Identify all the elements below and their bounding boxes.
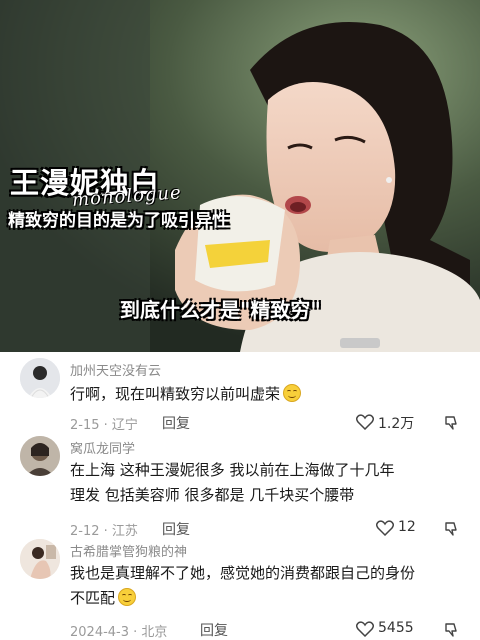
like-heart-icon[interactable]: [376, 520, 394, 536]
comment-location: 辽宁: [111, 418, 138, 433]
comment-text: 在上海 这种王漫妮很多 我以前在上海做了十几年 理发 包括美容师 很多都是 几千…: [70, 458, 470, 508]
comment-location: 北京: [141, 625, 168, 640]
avatar[interactable]: [20, 358, 60, 398]
grin-emoji-icon: [283, 384, 302, 402]
comment-item: 窝瓜龙同学 在上海 这种王漫妮很多 我以前在上海做了十几年 理发 包括美容师 很…: [0, 432, 480, 539]
comment-item: 古希腊掌管狗粮的神 我也是真理解不了她，感觉她的消费都跟自己的身份 不匹配 20…: [0, 535, 480, 640]
avatar[interactable]: [20, 539, 60, 579]
reply-button[interactable]: 回复: [200, 620, 228, 640]
like-count: 12: [398, 519, 416, 535]
video-tagline: 精致穷的目的是为了吸引异性: [8, 211, 229, 231]
like-heart-icon[interactable]: [356, 414, 374, 430]
like-heart-icon[interactable]: [356, 621, 374, 637]
blush-emoji-icon: [118, 588, 137, 606]
comment-text-content: 行啊，现在叫精致穷以前叫虚荣: [70, 385, 281, 403]
comment-list: 加州天空没有云 行啊，现在叫精致穷以前叫虚荣 2-15 · 辽宁 回复 1.2万: [0, 352, 480, 640]
comment-text-line: 理发 包括美容师 很多都是 几千块买个腰带: [70, 486, 355, 504]
like-count: 5455: [378, 620, 414, 636]
comment-text-line: 在上海 这种王漫妮很多 我以前在上海做了十几年: [70, 461, 395, 479]
comment-text-line-with-emoji: 不匹配: [70, 586, 470, 611]
comment-meta: 2024-4-3 · 北京: [70, 625, 168, 640]
dislike-icon[interactable]: [444, 415, 460, 431]
comment-item: 加州天空没有云 行啊，现在叫精致穷以前叫虚荣 2-15 · 辽宁 回复 1.2万: [0, 352, 480, 436]
video-center-caption: 到底什么才是"精致穷": [120, 298, 321, 322]
comment-date: 2024-4-3: [70, 625, 130, 640]
comment-text: 我也是真理解不了她，感觉她的消费都跟自己的身份 不匹配: [70, 561, 470, 611]
reply-button[interactable]: 回复: [162, 413, 190, 433]
avatar[interactable]: [20, 436, 60, 476]
avatar-image: [20, 436, 60, 476]
comment-username[interactable]: 古希腊掌管狗粮的神: [70, 541, 187, 560]
like-count: 1.2万: [378, 416, 415, 432]
comment-meta: 2-15 · 辽宁: [70, 418, 138, 433]
comment-date: 2-15: [70, 418, 100, 433]
video-still[interactable]: 王漫妮独白 monologue 精致穷的目的是为了吸引异性 到底什么才是"精致穷…: [0, 0, 480, 352]
comment-text-content: 不匹配: [70, 589, 116, 607]
comment-text: 行啊，现在叫精致穷以前叫虚荣: [70, 382, 470, 407]
comment-username[interactable]: 窝瓜龙同学: [70, 438, 135, 457]
avatar-image: [20, 539, 60, 579]
comment-username[interactable]: 加州天空没有云: [70, 360, 161, 379]
avatar-image: [20, 358, 60, 398]
dislike-icon[interactable]: [444, 622, 460, 638]
screen: 王漫妮独白 monologue 精致穷的目的是为了吸引异性 到底什么才是"精致穷…: [0, 0, 480, 640]
comment-text-line: 我也是真理解不了她，感觉她的消费都跟自己的身份: [70, 564, 416, 582]
